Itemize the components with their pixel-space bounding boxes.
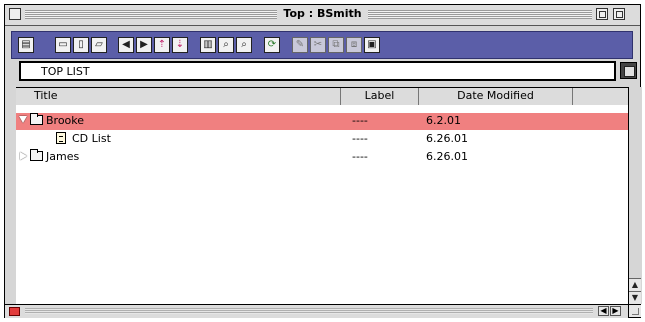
paste-icon[interactable]: ⧈	[346, 37, 362, 53]
scroll-up-arrow-icon[interactable]: ▲	[629, 278, 641, 291]
horizontal-scrollbar[interactable]: ◀ ▶	[5, 304, 628, 318]
scroll-down-arrow-icon[interactable]: ▼	[629, 291, 641, 304]
vertical-scrollbar[interactable]: ▲ ▼	[628, 87, 642, 304]
item-name: Brooke	[46, 114, 85, 127]
arrow-right-icon[interactable]: ▶	[136, 37, 152, 53]
item-name: James	[46, 150, 80, 163]
item-label: ----	[352, 150, 368, 163]
toolbar: ▤ ▭ ▯ ▱ ◀ ▶ ⇡ ⇣ ▥ ⌕ ⌕ ⟳ ✎ ✂ ⧉ ⧈ ▣	[11, 31, 633, 59]
column-header-extra	[573, 88, 628, 105]
column-header-row: Title Label Date Modified	[16, 87, 628, 106]
clipboard-icon[interactable]: ▣	[364, 37, 380, 53]
find-icon[interactable]: ⌕	[218, 37, 234, 53]
document-new-icon[interactable]: ▯	[73, 37, 89, 53]
folder-open-icon[interactable]: ▱	[91, 37, 107, 53]
folder-icon	[30, 149, 43, 161]
folder-new-icon[interactable]: ▭	[55, 37, 71, 53]
copy-icon[interactable]: ⧉	[328, 37, 344, 53]
disclosure-triangle-closed-icon[interactable]	[20, 152, 27, 160]
list-item[interactable]: CD List ---- 6.26.01	[16, 131, 628, 148]
find-next-icon[interactable]: ⌕	[236, 37, 252, 53]
folder-icon	[30, 113, 43, 125]
item-name: CD List	[72, 132, 111, 145]
list-item[interactable]: Brooke ---- 6.2.01	[16, 113, 628, 130]
trash-icon[interactable]: ▥	[200, 37, 216, 53]
cut-icon[interactable]: ✂	[310, 37, 326, 53]
column-header-title[interactable]: Title	[16, 88, 341, 105]
scroll-track[interactable]	[25, 308, 593, 314]
status-indicator-icon	[9, 307, 20, 316]
column-header-date-modified[interactable]: Date Modified	[419, 88, 573, 105]
menu-icon[interactable]: ▤	[18, 37, 34, 53]
path-label: TOP LIST	[41, 65, 90, 78]
move-up-icon[interactable]: ⇡	[154, 37, 170, 53]
item-date: 6.26.01	[426, 132, 468, 145]
path-menu-button[interactable]	[620, 62, 637, 79]
scroll-left-arrow-icon[interactable]: ◀	[598, 306, 609, 316]
move-down-icon[interactable]: ⇣	[172, 37, 188, 53]
document-icon	[56, 132, 66, 144]
refresh-icon[interactable]: ⟳	[264, 37, 280, 53]
list-item[interactable]: James ---- 6.26.01	[16, 149, 628, 166]
item-date: 6.2.01	[426, 114, 461, 127]
column-header-label[interactable]: Label	[341, 88, 419, 105]
scroll-right-arrow-icon[interactable]: ▶	[610, 306, 621, 316]
zoom-box-icon[interactable]	[596, 8, 608, 20]
item-label: ----	[352, 114, 368, 127]
file-list: Brooke ---- 6.2.01 CD List ---- 6.26.01 …	[16, 105, 628, 304]
path-field[interactable]: TOP LIST	[19, 61, 616, 81]
item-date: 6.26.01	[426, 150, 468, 163]
disclosure-triangle-open-icon[interactable]	[19, 116, 27, 123]
edit-icon[interactable]: ✎	[292, 37, 308, 53]
window-title: Top : BSmith	[277, 7, 368, 20]
title-bar[interactable]: Top : BSmith	[5, 5, 640, 26]
arrow-left-icon[interactable]: ◀	[118, 37, 134, 53]
resize-grow-box-icon[interactable]	[628, 304, 641, 317]
item-label: ----	[352, 132, 368, 145]
window: Top : BSmith ▤ ▭ ▯ ▱ ◀ ▶ ⇡ ⇣ ▥ ⌕ ⌕ ⟳ ✎ ✂…	[4, 4, 642, 318]
collapse-box-icon[interactable]	[613, 8, 625, 20]
